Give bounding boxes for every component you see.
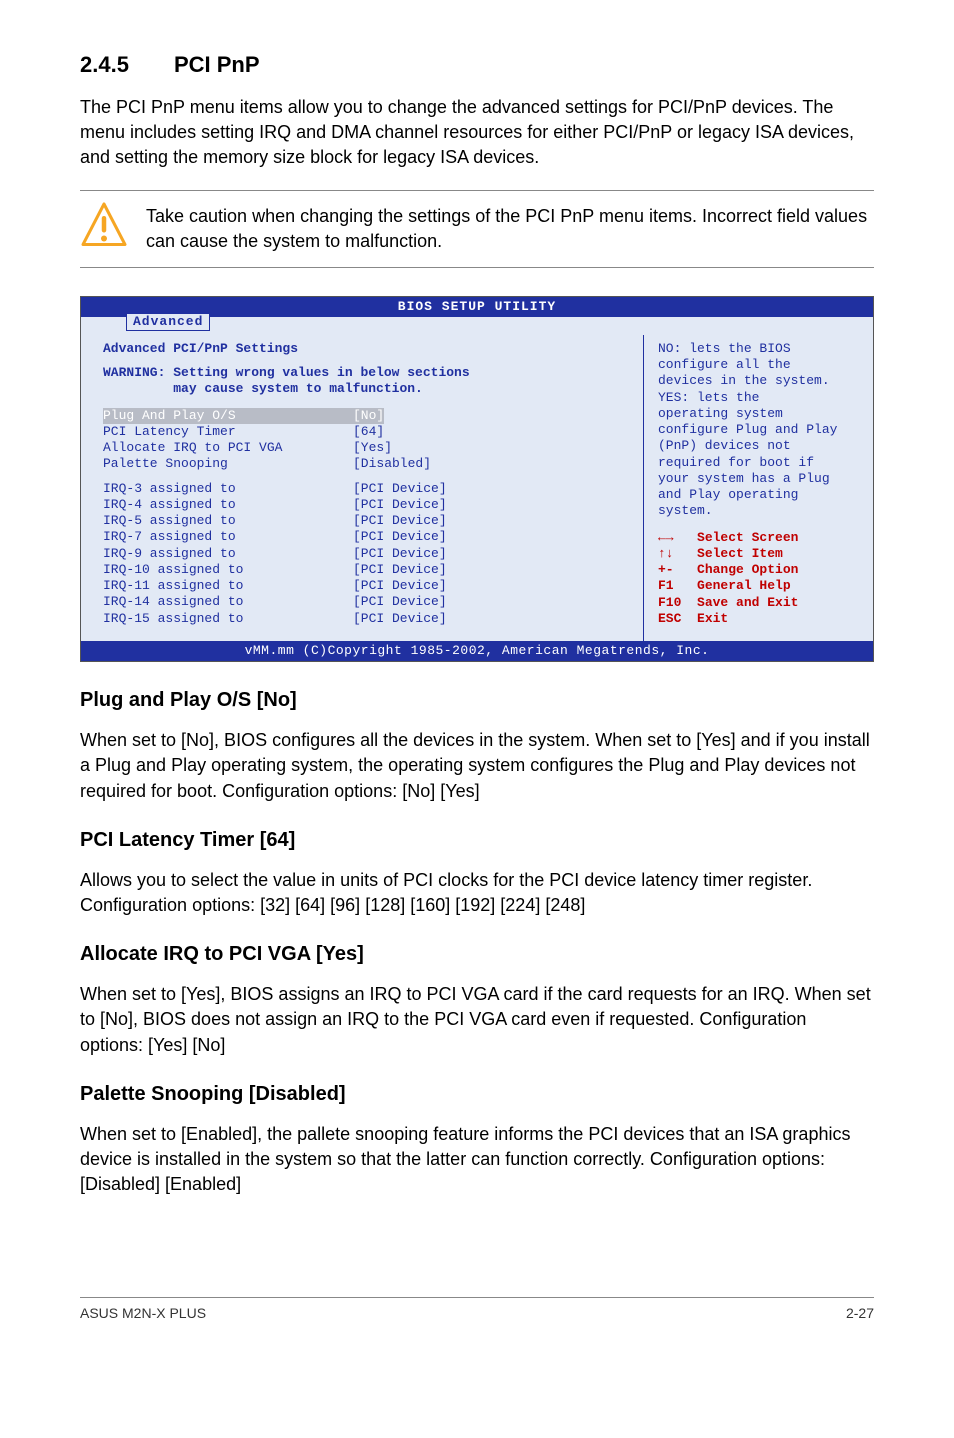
bios-setting-value: [Yes] — [353, 440, 392, 456]
bios-key-row: ←→ Select Screen — [658, 530, 863, 546]
section-number: 2.4.5 — [80, 50, 129, 81]
bios-key-text: Exit — [697, 611, 728, 626]
section-intro: The PCI PnP menu items allow you to chan… — [80, 95, 874, 171]
bios-setting-value: [Disabled] — [353, 456, 431, 472]
bios-setting-label: Palette Snooping — [103, 456, 353, 472]
bios-key-symbol: F1 — [658, 578, 697, 593]
bios-setting-label: PCI Latency Timer — [103, 424, 353, 440]
section-header: 2.4.5 PCI PnP — [80, 50, 874, 81]
bios-key-symbol: F10 — [658, 595, 697, 610]
bios-irq-label: IRQ-9 assigned to — [103, 546, 353, 562]
subsection-body: When set to [Yes], BIOS assigns an IRQ t… — [80, 982, 874, 1058]
bios-irq-value: [PCI Device] — [353, 546, 447, 562]
subsection-title: Plug and Play O/S [No] — [80, 686, 874, 714]
bios-active-tab: Advanced — [126, 313, 210, 331]
bios-window: BIOS SETUP UTILITY Advanced Advanced PCI… — [80, 296, 874, 663]
bios-irq-label: IRQ-7 assigned to — [103, 529, 353, 545]
bios-key-text: Select Item — [697, 546, 783, 561]
bios-irq-row[interactable]: IRQ-3 assigned to[PCI Device] — [103, 481, 633, 497]
bios-irq-label: IRQ-11 assigned to — [103, 578, 353, 594]
bios-irq-row[interactable]: IRQ-7 assigned to[PCI Device] — [103, 529, 633, 545]
bios-key-row: +- Change Option — [658, 562, 863, 578]
bios-setting-value: [64] — [353, 424, 384, 440]
subsection-body: Allows you to select the value in units … — [80, 868, 874, 918]
subsection-body: When set to [No], BIOS configures all th… — [80, 728, 874, 804]
bios-irq-row[interactable]: IRQ-10 assigned to[PCI Device] — [103, 562, 633, 578]
bios-irq-label: IRQ-10 assigned to — [103, 562, 353, 578]
bios-left-heading: Advanced PCI/PnP Settings — [103, 341, 633, 357]
bios-irq-value: [PCI Device] — [353, 481, 447, 497]
subsection-title: Palette Snooping [Disabled] — [80, 1080, 874, 1108]
bios-irq-row[interactable]: IRQ-5 assigned to[PCI Device] — [103, 513, 633, 529]
bios-irq-row[interactable]: IRQ-14 assigned to[PCI Device] — [103, 594, 633, 610]
bios-key-text: Select Screen — [697, 530, 798, 545]
bios-irq-label: IRQ-5 assigned to — [103, 513, 353, 529]
bios-irq-value: [PCI Device] — [353, 594, 447, 610]
bios-setting-row[interactable]: Palette Snooping[Disabled] — [103, 456, 633, 472]
bios-key-row: F1 General Help — [658, 578, 863, 594]
caution-text: Take caution when changing the settings … — [146, 204, 874, 254]
bios-key-symbol: ↑↓ — [658, 546, 697, 561]
bios-irq-label: IRQ-14 assigned to — [103, 594, 353, 610]
bios-irq-value: [PCI Device] — [353, 611, 447, 627]
bios-key-row: F10 Save and Exit — [658, 595, 863, 611]
subsection-body: When set to [Enabled], the pallete snoop… — [80, 1122, 874, 1198]
bios-irq-value: [PCI Device] — [353, 562, 447, 578]
bios-key-symbol: ←→ — [658, 530, 697, 545]
bios-irq-value: [PCI Device] — [353, 513, 447, 529]
bios-help-text: NO: lets the BIOS configure all the devi… — [658, 341, 863, 520]
bios-key-text: Change Option — [697, 562, 798, 577]
page-footer: ASUS M2N-X PLUS 2-27 — [80, 1297, 874, 1324]
bios-key-row: ↑↓ Select Item — [658, 546, 863, 562]
bios-irq-row[interactable]: IRQ-11 assigned to[PCI Device] — [103, 578, 633, 594]
bios-footer: vMM.mm (C)Copyright 1985-2002, American … — [81, 641, 873, 661]
bios-key-text: Save and Exit — [697, 595, 798, 610]
bios-key-symbol: ESC — [658, 611, 697, 626]
bios-irq-value: [PCI Device] — [353, 497, 447, 513]
bios-titlebar: BIOS SETUP UTILITY Advanced — [81, 297, 873, 317]
bios-warning: WARNING: Setting wrong values in below s… — [103, 365, 633, 398]
bios-irq-row[interactable]: IRQ-9 assigned to[PCI Device] — [103, 546, 633, 562]
bios-setting-row[interactable]: PCI Latency Timer[64] — [103, 424, 633, 440]
bios-irq-value: [PCI Device] — [353, 578, 447, 594]
footer-left: ASUS M2N-X PLUS — [80, 1304, 206, 1324]
subsection-title: PCI Latency Timer [64] — [80, 826, 874, 854]
bios-key-symbol: +- — [658, 562, 697, 577]
caution-callout: Take caution when changing the settings … — [80, 190, 874, 267]
subsection-title: Allocate IRQ to PCI VGA [Yes] — [80, 940, 874, 968]
bios-right-pane: NO: lets the BIOS configure all the devi… — [643, 335, 873, 641]
bios-setting-row[interactable]: Plug And Play O/S[No] — [103, 408, 633, 424]
bios-setting-row[interactable]: Allocate IRQ to PCI VGA[Yes] — [103, 440, 633, 456]
bios-key-row: ESC Exit — [658, 611, 863, 627]
bios-title: BIOS SETUP UTILITY — [398, 299, 556, 314]
bios-irq-row[interactable]: IRQ-15 assigned to[PCI Device] — [103, 611, 633, 627]
section-title: PCI PnP — [174, 50, 260, 81]
caution-icon — [80, 201, 128, 256]
bios-setting-label: Allocate IRQ to PCI VGA — [103, 440, 353, 456]
bios-setting-value: [No] — [353, 408, 384, 424]
bios-key-text: General Help — [697, 578, 791, 593]
footer-right: 2-27 — [846, 1304, 874, 1324]
bios-irq-label: IRQ-3 assigned to — [103, 481, 353, 497]
bios-key-legend: ←→ Select Screen↑↓ Select Item+- Change … — [658, 530, 863, 628]
bios-setting-label: Plug And Play O/S — [103, 408, 353, 424]
bios-irq-row[interactable]: IRQ-4 assigned to[PCI Device] — [103, 497, 633, 513]
bios-irq-label: IRQ-4 assigned to — [103, 497, 353, 513]
bios-irq-label: IRQ-15 assigned to — [103, 611, 353, 627]
bios-left-pane: Advanced PCI/PnP Settings WARNING: Setti… — [81, 335, 643, 641]
bios-irq-value: [PCI Device] — [353, 529, 447, 545]
